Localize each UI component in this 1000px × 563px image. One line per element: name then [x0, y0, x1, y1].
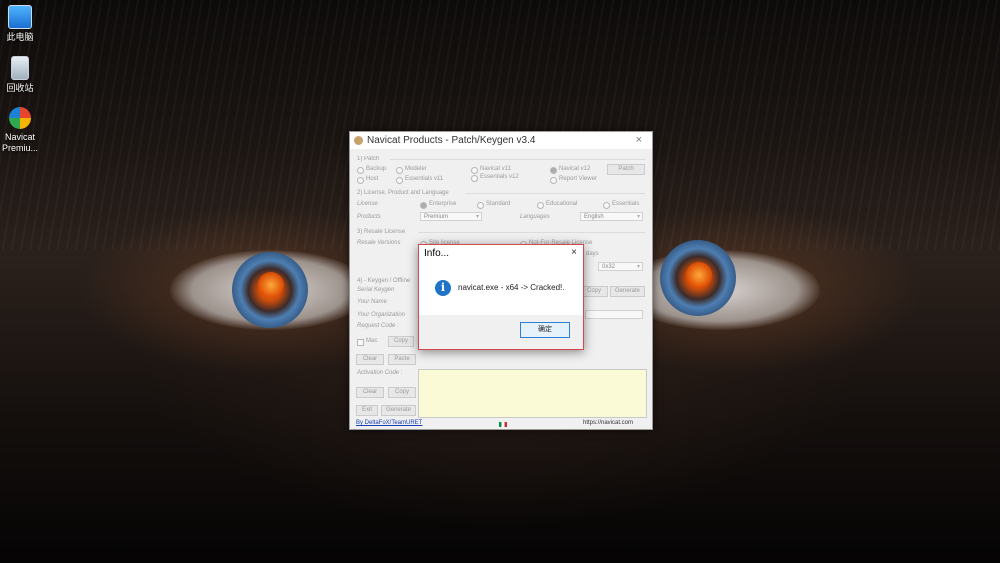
navicat-url[interactable]: https://navicat.com	[583, 420, 633, 426]
modeler-label: Modeler	[405, 166, 427, 172]
desktop-icon-label: Navicat Premiu...	[2, 132, 39, 153]
copy-serial-button[interactable]: Copy	[580, 286, 608, 297]
request-code-label: Request Code :	[357, 323, 399, 329]
dialog-close-button[interactable]: ×	[571, 247, 577, 258]
essentials-v11-label: Essentials v11	[405, 176, 444, 182]
mac-checkbox[interactable]	[357, 339, 364, 346]
section-patch-heading: 1) Patch	[357, 156, 380, 162]
credit-link[interactable]: By DeltaFoX/TeamURET	[356, 420, 422, 426]
patch-button[interactable]: Patch	[607, 164, 645, 175]
languages-select[interactable]: English ▾	[580, 212, 643, 221]
window-close-button[interactable]: ×	[636, 134, 642, 146]
chevron-down-icon: ▾	[475, 214, 479, 220]
products-label: Products	[357, 214, 381, 220]
resale-versions-label: Resale Versions	[357, 240, 401, 246]
window-titlebar[interactable]: Navicat Products - Patch/Keygen v3.4 ×	[350, 132, 652, 149]
essentials-v12-label: Essentials v12	[480, 174, 519, 180]
copy-request-button[interactable]: Copy	[388, 336, 414, 347]
dialog-message: navicat.exe - x64 -> Cracked!.	[458, 283, 565, 292]
essentials-v11-radio[interactable]	[396, 177, 403, 184]
navicat-v11-label: Navicat v11	[480, 166, 511, 172]
host-label: Host	[366, 176, 379, 182]
version-value: 0x32	[602, 264, 616, 270]
desktop-icon-this-pc[interactable]: 此电脑	[2, 5, 38, 43]
license-enterprise-label: Enterprise	[429, 201, 457, 207]
license-enterprise-radio[interactable]	[420, 202, 427, 209]
info-dialog[interactable]: Info... × i navicat.exe - x64 -> Cracked…	[418, 244, 584, 350]
days-label: days	[586, 251, 599, 257]
report-viewer-label: Report Viewer	[559, 176, 597, 182]
products-select[interactable]: Premium ▾	[420, 212, 482, 221]
your-name-label: Your Name	[357, 299, 388, 305]
wallpaper-left-glow	[258, 272, 284, 298]
info-icon: i	[435, 280, 451, 296]
languages-value: English	[584, 214, 604, 220]
essentials-v12-radio[interactable]	[471, 175, 478, 182]
divider	[418, 232, 645, 233]
section-resale-heading: 3) Resale License	[357, 229, 406, 235]
license-educational-label: Educational	[546, 201, 578, 207]
wallpaper-right-glow	[686, 262, 712, 288]
recycle-bin-icon	[11, 56, 29, 80]
exit-button[interactable]: Exit	[356, 405, 378, 416]
backup-label: Backup	[366, 166, 387, 172]
generate-serial-button[interactable]: Generate	[610, 286, 645, 297]
license-essentials-radio[interactable]	[603, 202, 610, 209]
navicat-v12-label: Navicat v12	[559, 166, 591, 172]
clear-request-button[interactable]: Clear	[356, 354, 384, 365]
divider	[465, 193, 645, 194]
mac-label: Mac	[366, 338, 378, 344]
italy-flag-icon	[499, 422, 507, 427]
license-essentials-label: Essentials	[612, 201, 640, 207]
app-icon	[354, 136, 363, 145]
navicat-v11-radio[interactable]	[471, 167, 478, 174]
products-value: Premium	[424, 214, 449, 220]
activation-code-textarea[interactable]	[418, 369, 647, 418]
license-standard-label: Standard	[486, 201, 511, 207]
activation-code-label: Activation Code :	[357, 370, 403, 376]
languages-label: Languages	[520, 214, 550, 220]
desktop-icon-recycle-bin[interactable]: 回收站	[2, 56, 38, 94]
your-organization-label: Your Organization	[357, 312, 406, 318]
computer-icon	[8, 5, 32, 29]
dialog-footer: 确定	[419, 315, 583, 349]
generate-activation-button[interactable]: Generate	[381, 405, 416, 416]
navicat-v12-radio[interactable]	[550, 167, 557, 174]
report-viewer-radio[interactable]	[550, 177, 557, 184]
license-label: License	[357, 201, 378, 207]
ok-button[interactable]: 确定	[520, 322, 570, 338]
window-title: Navicat Products - Patch/Keygen v3.4	[367, 135, 536, 146]
paste-request-button[interactable]: Paste	[388, 354, 416, 365]
divider	[390, 159, 645, 160]
backup-checkbox[interactable]	[357, 167, 364, 174]
desktop-icon-navicat[interactable]: Navicat Premiu...	[2, 107, 38, 154]
section-keygen-heading: 4) - Keygen / Offline	[357, 278, 411, 284]
organization-input[interactable]	[585, 310, 643, 319]
navicat-icon	[9, 107, 31, 129]
host-checkbox[interactable]	[357, 177, 364, 184]
desktop-icon-label: 此电脑	[6, 32, 34, 42]
clear-activation-button[interactable]: Clear	[356, 387, 384, 398]
section-license-heading: 2) License, Product and Language	[357, 190, 449, 196]
version-select[interactable]: 0x32 ▾	[598, 262, 643, 271]
modeler-checkbox[interactable]	[396, 167, 403, 174]
chevron-down-icon: ▾	[636, 264, 640, 270]
dialog-title: Info...	[424, 248, 450, 259]
chevron-down-icon: ▾	[636, 214, 640, 220]
desktop-icon-label: 回收站	[6, 83, 34, 93]
license-educational-radio[interactable]	[537, 202, 544, 209]
copy-activation-button[interactable]: Copy	[388, 387, 416, 398]
license-standard-radio[interactable]	[477, 202, 484, 209]
serial-keygen-label: Serial Keygen	[357, 287, 395, 293]
